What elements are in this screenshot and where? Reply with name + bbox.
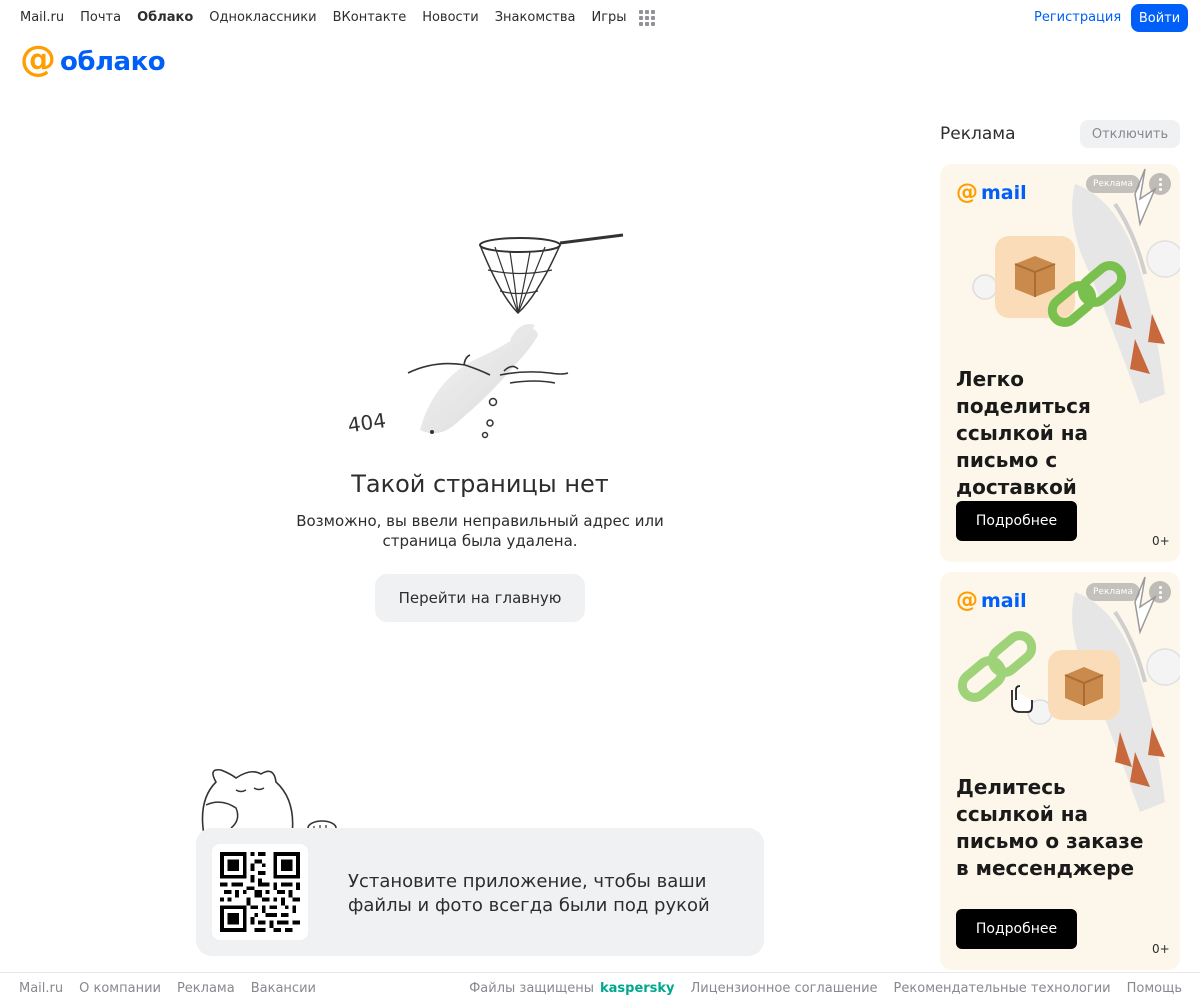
footer-protected-label[interactable]: Файлы защищены (469, 981, 594, 996)
ad-brand-at: @ (956, 588, 978, 613)
ad-brand-at: @ (956, 180, 978, 205)
ad-details-button[interactable]: Подробнее (956, 909, 1077, 949)
qr-code-icon (220, 852, 300, 932)
footer: Mail.ru О компании Реклама Вакансии Файл… (0, 972, 1200, 1001)
promo-text-line1: Установите приложение, чтобы ваши (348, 871, 707, 892)
footer-link-license[interactable]: Лицензионное соглашение (691, 981, 878, 996)
ad-brand-logo: @ mail (956, 588, 1027, 613)
promo-text-line2: файлы и фото всегда были под рукой (348, 895, 710, 916)
logo-at-sign: @ (20, 39, 56, 80)
footer-link-mailru[interactable]: Mail.ru (19, 981, 63, 996)
portal-links: Mail.ru Почта Облако Одноклассники ВКонт… (20, 10, 627, 25)
cloud-logo[interactable]: @ облако (20, 42, 166, 78)
ad-badge: Реклама (1086, 583, 1140, 601)
register-link[interactable]: Регистрация (1034, 10, 1121, 25)
footer-left-links: Mail.ru О компании Реклама Вакансии (19, 981, 316, 996)
app-install-promo: Установите приложение, чтобы ваши файлы … (196, 828, 764, 956)
nav-link-mailru[interactable]: Mail.ru (20, 10, 64, 25)
error-description-line2: страница была удалена. (382, 532, 578, 550)
ad-age-rating: 0+ (1152, 534, 1170, 548)
nav-link-igry[interactable]: Игры (591, 10, 626, 25)
ad-brand-word: mail (981, 182, 1027, 204)
footer-right-links: Файлы защищены kaspersky Лицензионное со… (469, 981, 1182, 996)
nav-link-vkontakte[interactable]: ВКонтакте (333, 10, 407, 25)
footer-link-jobs[interactable]: Вакансии (251, 981, 316, 996)
login-button[interactable]: Войти (1131, 4, 1188, 32)
qr-code-image (212, 844, 308, 940)
footer-link-help[interactable]: Помощь (1127, 981, 1182, 996)
ad-card[interactable]: @ mail Реклама Делитесь ссылкой на письм… (940, 572, 1180, 970)
ads-title: Реклама (940, 124, 1016, 144)
ad-brand-logo: @ mail (956, 180, 1027, 205)
top-navigation: Mail.ru Почта Облако Одноклассники ВКонт… (0, 0, 1200, 36)
more-options-icon[interactable] (1149, 581, 1171, 603)
ad-brand-word: mail (981, 590, 1027, 612)
footer-link-ads[interactable]: Реклама (177, 981, 235, 996)
apps-grid-icon[interactable] (639, 10, 655, 26)
ad-details-button[interactable]: Подробнее (956, 501, 1077, 541)
fish-net-404-illustration: 404 (346, 233, 624, 439)
error-title: Такой страницы нет (351, 470, 609, 498)
ad-badge: Реклама (1086, 175, 1140, 193)
promo-text: Установите приложение, чтобы ваши файлы … (348, 870, 728, 918)
footer-link-recommend[interactable]: Рекомендательные технологии (894, 981, 1111, 996)
nav-link-znakomstva[interactable]: Знакомства (495, 10, 576, 25)
disable-ads-button[interactable]: Отключить (1080, 120, 1180, 148)
kaspersky-logo[interactable]: kaspersky (600, 981, 675, 996)
nav-link-novosti[interactable]: Новости (422, 10, 479, 25)
nav-link-oblako[interactable]: Облако (137, 10, 193, 25)
ad-card[interactable]: @ mail Реклама Легко поделиться ссылкой … (940, 164, 1180, 562)
go-home-button[interactable]: Перейти на главную (375, 574, 585, 622)
logo-word: облако (60, 47, 166, 77)
ad-headline: Делитесь ссылкой на письмо о заказе в ме… (956, 775, 1144, 880)
error-description: Возможно, вы ввели неправильный адрес ил… (280, 511, 680, 551)
ad-age-rating: 0+ (1152, 942, 1170, 956)
more-options-icon[interactable] (1149, 173, 1171, 195)
nav-link-pochta[interactable]: Почта (80, 10, 121, 25)
error-code: 404 (346, 408, 387, 437)
nav-link-odnoklassniki[interactable]: Одноклассники (209, 10, 316, 25)
ad-headline: Легко поделиться ссылкой на письмо с дос… (956, 367, 1091, 499)
footer-link-about[interactable]: О компании (79, 981, 161, 996)
error-description-line1: Возможно, вы ввели неправильный адрес ил… (296, 512, 664, 530)
